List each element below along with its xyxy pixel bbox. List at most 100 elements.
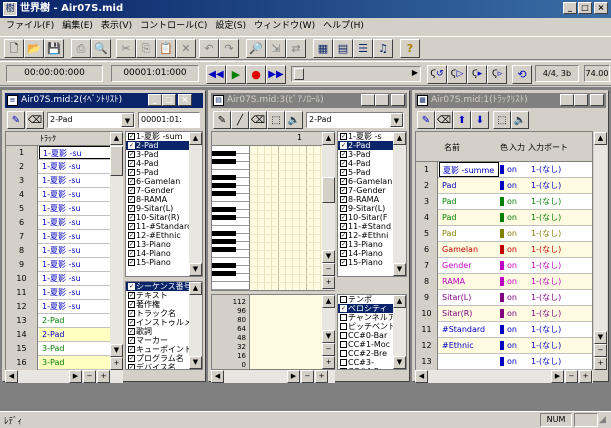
sekaiju-app-icon[interactable]: 樹 (3, 2, 17, 16)
print-icon[interactable]: ⎙ (71, 39, 91, 58)
record-icon[interactable]: ● (246, 65, 266, 84)
checkbox-icon[interactable]: ✓ (128, 142, 135, 149)
checkbox-icon[interactable]: ✓ (128, 346, 135, 353)
checkbox-icon[interactable]: ✓ (128, 214, 135, 221)
input-port-cell[interactable]: 1-(なし) (528, 322, 588, 337)
input-port-cell[interactable]: 1-(なし) (528, 274, 588, 289)
input-port-cell[interactable]: 1-(なし) (528, 194, 588, 209)
checkbox-icon[interactable]: ✓ (128, 310, 135, 317)
eraser-tool-icon[interactable]: ⌫ (249, 111, 267, 129)
checkbox-icon[interactable]: ✓ (128, 283, 135, 290)
zoom-out-icon[interactable]: − (322, 263, 335, 276)
play-icon[interactable]: ▶ (226, 65, 246, 84)
checkbox-icon[interactable]: ✓ (340, 142, 347, 149)
input-port-cell[interactable]: 1-(なし) (528, 210, 588, 225)
scroll-up-icon[interactable]: ▲ (189, 282, 202, 295)
track-cell[interactable]: 1-夏影 -su (39, 300, 111, 313)
open-folder-icon[interactable]: 📂 (24, 39, 44, 58)
input-port-cell[interactable]: 1-(なし) (528, 226, 588, 241)
table-row[interactable]: 1 夏影 -summe on 1-(なし) (416, 162, 592, 178)
checkbox-icon[interactable]: ✓ (128, 187, 135, 194)
checkbox-icon[interactable] (340, 368, 347, 369)
piano-track-select[interactable]: 2-Pad ▼ (306, 112, 404, 128)
white-key[interactable] (212, 282, 250, 290)
checkbox-icon[interactable]: ✓ (128, 328, 135, 335)
new-file-icon[interactable]: 🗋 (4, 39, 24, 58)
table-row[interactable]: 4 Pad on 1-(なし) (416, 210, 592, 226)
checkbox-icon[interactable]: ✓ (128, 364, 135, 369)
table-row[interactable]: 8 1-夏影 -su (6, 244, 122, 258)
scroll-down-icon[interactable]: ▼ (594, 331, 607, 344)
track-list-window[interactable]: ▦ Air07S.mid:1(ﾄﾗｯｸﾘｽﾄ) _ □ × ✎ ⌫ ⬆ ⬇ ⬚ … (412, 90, 609, 383)
eraser-tool-icon[interactable]: ⌫ (26, 111, 44, 129)
piano-minimize-icon[interactable]: _ (361, 94, 375, 106)
input-port-cell[interactable]: 1-(なし) (528, 306, 588, 321)
table-row[interactable]: 7 1-夏影 -su (6, 230, 122, 244)
zoom-in-icon[interactable]: + (579, 370, 592, 383)
scroll-down-icon[interactable]: ▼ (189, 356, 202, 369)
piano-maximize-icon[interactable]: □ (375, 94, 389, 106)
close-icon[interactable]: × (594, 2, 608, 14)
input-on-cell[interactable]: on (504, 338, 524, 353)
checkbox-icon[interactable]: ✓ (128, 178, 135, 185)
velocity-vscroll[interactable]: ▲ ▼ − + (322, 295, 335, 369)
input-port-cell[interactable]: 1-(なし) (528, 338, 588, 353)
track-name-cell[interactable]: Pad (439, 178, 499, 193)
eraser-tool-icon[interactable]: ⌫ (435, 111, 453, 129)
menu-item[interactable]: ウィンドウ(W) (250, 18, 319, 34)
checkbox-icon[interactable] (340, 314, 347, 321)
scroll-left-icon[interactable]: ◀ (415, 370, 428, 383)
menu-item[interactable]: 設定(S) (211, 18, 250, 34)
checkbox-icon[interactable]: ✓ (340, 214, 347, 221)
checkbox-icon[interactable]: ✓ (340, 232, 347, 239)
track-name-cell[interactable] (439, 354, 499, 369)
table-row[interactable]: 15 3-Pad (6, 342, 122, 356)
checkbox-icon[interactable]: ✓ (128, 223, 135, 230)
track-cell[interactable]: 1-夏影 -su (39, 160, 111, 173)
checkbox-icon[interactable]: ✓ (340, 250, 347, 257)
input-port-cell[interactable]: 1-(なし) (528, 290, 588, 305)
menu-item[interactable]: ファイル(F) (2, 18, 58, 34)
checkbox-icon[interactable]: ✓ (128, 133, 135, 140)
table-row[interactable]: 3 1-夏影 -su (6, 174, 122, 188)
cut-icon[interactable]: ✂ (116, 39, 136, 58)
event-maximize-icon[interactable]: □ (162, 94, 176, 106)
scroll-up-icon[interactable]: ▲ (322, 295, 335, 308)
table-row[interactable]: 11 1-夏影 -su (6, 286, 122, 300)
checkbox-icon[interactable]: ✓ (128, 151, 135, 158)
fast-forward-icon[interactable]: ▶▶ (266, 65, 286, 84)
table-row[interactable]: 1 1-夏影 -su (6, 146, 122, 160)
input-port-cell[interactable]: 1-(なし) (528, 178, 588, 193)
track-name-cell[interactable]: Pad (439, 210, 499, 225)
undo-icon[interactable]: ↶ (199, 39, 219, 58)
scroll-up-icon[interactable]: ▲ (322, 132, 335, 145)
pencil-tool-icon[interactable]: ✎ (213, 111, 231, 129)
event-close-icon[interactable]: × (178, 94, 192, 106)
track-cell[interactable]: 1-夏影 -su (39, 272, 111, 285)
track-list-icon[interactable]: ▦ (313, 39, 333, 58)
track-name-cell[interactable]: Pad (439, 226, 499, 241)
black-key[interactable] (212, 151, 236, 156)
save-icon[interactable]: 💾 (44, 39, 64, 58)
scroll-down-icon[interactable]: ▼ (189, 263, 202, 276)
metronome-icon[interactable]: Ϛ▹ (487, 65, 507, 84)
zoom-out-icon[interactable]: − (565, 370, 578, 383)
black-key[interactable] (212, 191, 236, 196)
table-row[interactable]: 2 Pad on 1-(なし) (416, 178, 592, 194)
scroll-up-icon[interactable]: ▲ (189, 132, 202, 145)
checkbox-icon[interactable]: ✓ (340, 178, 347, 185)
track-name-cell[interactable]: Pad (439, 194, 499, 209)
input-port-cell[interactable]: 1-(なし) (528, 258, 588, 273)
help-icon[interactable]: ? (400, 39, 420, 58)
piano-roll-window[interactable]: ▤ Air07S.mid:3(ﾋﾟｱﾉﾛｰﾙ) _ □ × ✎ ╱ ⌫ ⬚ 🔈 … (208, 90, 410, 383)
piano-hscroll[interactable]: ◀ ▶ − + (211, 370, 335, 383)
track-cell[interactable]: 1-夏影 -su (39, 202, 111, 215)
track-cell[interactable]: 1-夏影 -su (39, 286, 111, 299)
scroll-up-icon[interactable]: ▲ (393, 132, 406, 145)
event-list-icon[interactable]: ☰ (353, 39, 373, 58)
checkbox-icon[interactable]: ✓ (128, 232, 135, 239)
black-key[interactable] (212, 263, 236, 268)
input-on-cell[interactable]: on (504, 290, 524, 305)
checkbox-icon[interactable]: ✓ (128, 292, 135, 299)
zoom-in-icon[interactable]: + (110, 357, 123, 370)
